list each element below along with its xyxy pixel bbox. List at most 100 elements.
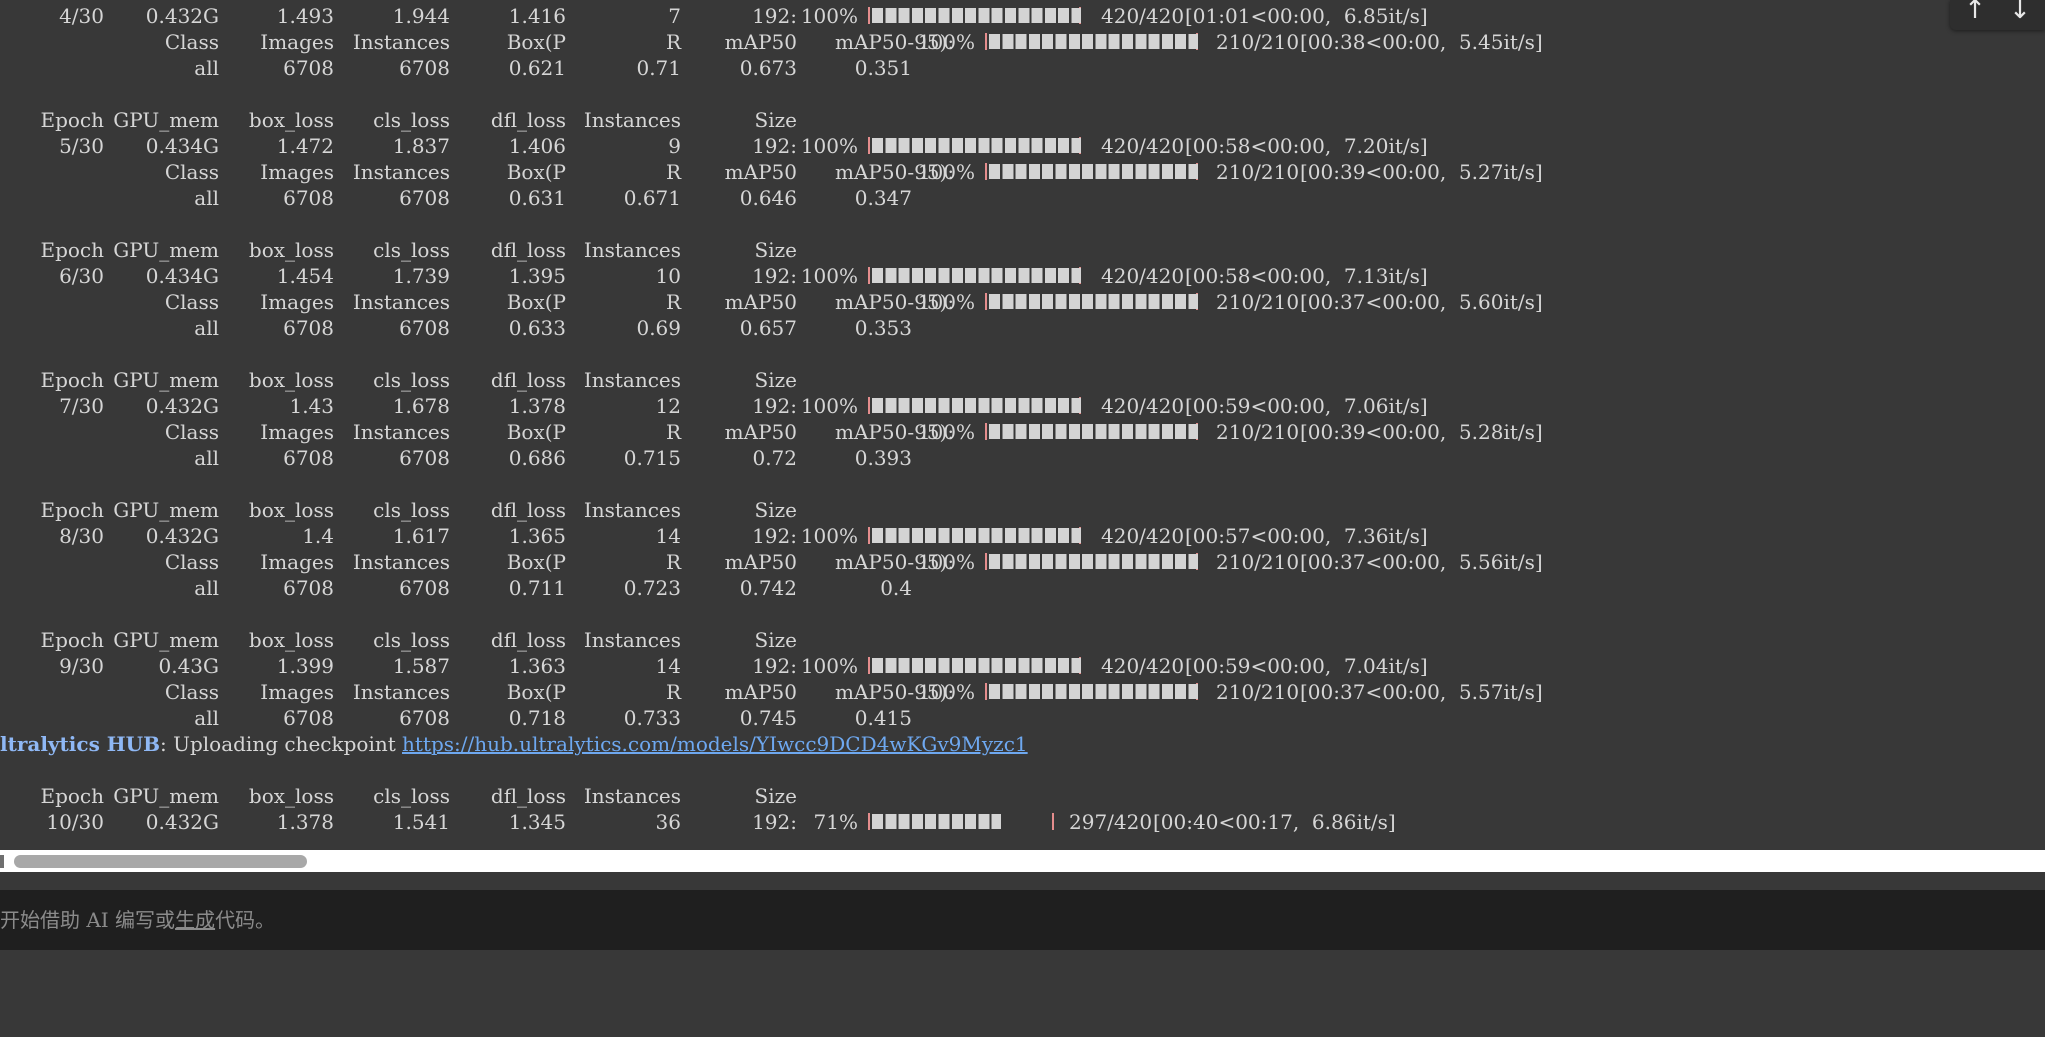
val-timing: [00:37<00:00, 5.60it/s] [1300,290,1543,314]
size-value: 192: [752,264,797,288]
move-up-button[interactable]: ↑ [1953,0,1997,30]
header-instances: Instances [583,108,681,132]
instances-value: 14 [655,524,681,548]
box-loss-value: 1.378 [276,810,334,834]
val-header-box-p: Box(P [506,160,566,184]
train-progress-bar-fill [872,8,1081,23]
scrollbar-thumb[interactable] [14,855,307,868]
val-result-row: all 6708 6708 0.686 0.715 0.72 0.393 [0,445,2045,471]
header-box-loss: box_loss [248,238,334,262]
val-percent: 100% [917,680,975,704]
val-instances: 6708 [399,56,450,80]
val-class: all [194,56,219,80]
train-timing: [00:57<00:00, 7.36it/s] [1185,524,1428,548]
val-instances: 6708 [399,186,450,210]
header-gpu-mem: GPU_mem [113,628,219,652]
arrow-up-icon: ↑ [1964,0,1986,25]
train-percent: 100% [800,264,858,288]
editor-placeholder[interactable]: 开始借助 AI 编写或生成代码。 [0,907,275,933]
generate-link[interactable]: 生成 [175,908,215,932]
dfl-loss-value: 1.395 [508,264,566,288]
gpu-mem-value: 0.434G [145,134,219,158]
cls-loss-value: 1.739 [392,264,450,288]
val-map50-95: 0.415 [854,706,912,730]
gpu-mem-value: 0.432G [145,524,219,548]
val-images: 6708 [283,186,334,210]
val-progress-bar-fill [989,554,1198,569]
epoch-header-row: Epoch GPU_mem box_loss cls_loss dfl_loss Inst… [0,107,2045,133]
train-percent: 71% [807,810,858,834]
size-value: 192: [752,810,797,834]
train-percent: 100% [800,654,858,678]
val-map50-95: 0.351 [854,56,912,80]
val-map50: 0.742 [739,576,797,600]
val-percent: 100% [917,290,975,314]
size-value: 192: [752,394,797,418]
header-size: Size [754,238,797,262]
box-loss-value: 1.472 [276,134,334,158]
header-cls-loss: cls_loss [373,628,450,652]
val-box-p: 0.621 [508,56,566,80]
header-size: Size [754,784,797,808]
epoch-header-row: Epoch GPU_mem box_loss cls_loss dfl_loss Inst… [0,237,2045,263]
header-epoch: Epoch [40,498,104,522]
val-header-images: Images [260,550,334,574]
box-loss-value: 1.399 [276,654,334,678]
val-map50-95: 0.4 [880,576,912,600]
header-dfl-loss: dfl_loss [490,108,566,132]
val-header-images: Images [260,160,334,184]
val-header-r: R [665,420,681,444]
horizontal-scrollbar[interactable] [0,850,2045,872]
header-gpu-mem: GPU_mem [113,784,219,808]
train-progress-bar-fill [872,268,1081,283]
epoch-value: 6/30 [59,264,104,288]
train-progress-row: 4/30 0.432G 1.493 1.944 1.416 7 192: 100% 420/42… [0,3,2045,29]
epoch-value: 5/30 [59,134,104,158]
epoch-header-row: Epoch GPU_mem box_loss cls_loss dfl_loss Inst… [0,497,2045,523]
code-editor[interactable]: 开始借助 AI 编写或生成代码。 [0,890,2045,950]
val-map50: 0.745 [739,706,797,730]
header-dfl-loss: dfl_loss [490,628,566,652]
val-images: 6708 [283,576,334,600]
header-gpu-mem: GPU_mem [113,108,219,132]
train-progress-bar [868,267,1081,284]
instances-value: 12 [655,394,681,418]
val-progress-bar [985,683,1198,700]
train-progress-bar-fill [872,528,1081,543]
val-class: all [194,706,219,730]
header-gpu-mem: GPU_mem [113,368,219,392]
train-timing: [01:01<00:00, 6.85it/s] [1185,4,1428,28]
cls-loss-value: 1.944 [392,4,450,28]
hub-link[interactable]: https://hub.ultralytics.com/models/YIwcc… [402,731,1028,757]
val-percent: 100% [917,160,975,184]
size-value: 192: [752,4,797,28]
val-result-row: all 6708 6708 0.621 0.71 0.673 0.351 [0,55,2045,81]
val-progress-bar [985,163,1198,180]
val-header-images: Images [260,420,334,444]
val-header-map50: mAP50 [724,290,797,314]
train-progress-bar [868,657,1081,674]
header-cls-loss: cls_loss [373,498,450,522]
val-images: 6708 [283,706,334,730]
epoch-header-row: Epoch GPU_mem box_loss cls_loss dfl_loss Inst… [0,627,2045,653]
epoch-value: 4/30 [59,4,104,28]
instances-value: 36 [655,810,681,834]
header-dfl-loss: dfl_loss [490,368,566,392]
header-instances: Instances [583,628,681,652]
header-dfl-loss: dfl_loss [490,238,566,262]
val-progress-bar [985,423,1198,440]
move-down-button[interactable]: ↓ [1998,0,2042,30]
val-map50-95: 0.393 [854,446,912,470]
val-header-images: Images [260,30,334,54]
train-percent: 100% [800,134,858,158]
hub-upload-line: ltralytics HUB: Uploading checkpoint htt… [0,731,2045,757]
val-timing: [00:38<00:00, 5.45it/s] [1300,30,1543,54]
val-class: all [194,576,219,600]
val-header-r: R [665,30,681,54]
val-header-instances: Instances [352,680,450,704]
gpu-mem-value: 0.434G [145,264,219,288]
box-loss-value: 1.454 [276,264,334,288]
dfl-loss-value: 1.363 [508,654,566,678]
val-header-box-p: Box(P [506,550,566,574]
val-map50: 0.673 [739,56,797,80]
